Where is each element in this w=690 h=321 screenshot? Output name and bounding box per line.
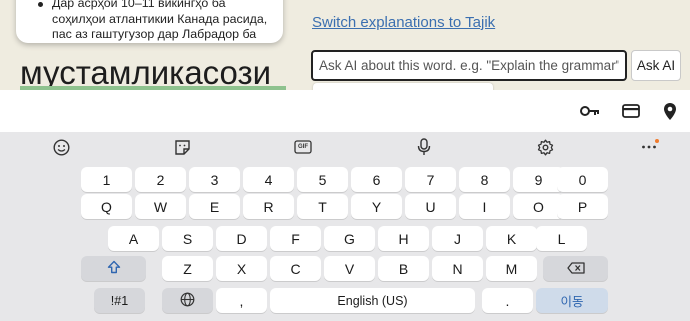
- key-7[interactable]: 7: [405, 167, 456, 192]
- key-3[interactable]: 3: [189, 167, 240, 192]
- key-j[interactable]: J: [432, 226, 483, 251]
- key-q[interactable]: Q: [81, 194, 132, 219]
- notification-dot: [655, 139, 659, 143]
- key-y[interactable]: Y: [351, 194, 402, 219]
- key-0[interactable]: 0: [557, 167, 608, 192]
- definition-line: Дар асрҳои 10–11 викингҳо ба соҳилҳои ат…: [38, 0, 273, 43]
- autofill-bar: [0, 90, 690, 132]
- key-l[interactable]: L: [536, 226, 587, 251]
- key-m[interactable]: M: [486, 256, 537, 281]
- switch-language-link[interactable]: Switch explanations to Tajik: [312, 14, 495, 31]
- language-key[interactable]: [162, 288, 213, 313]
- key-d[interactable]: D: [216, 226, 267, 251]
- definition-line-2: соҳилҳои атлантикии Канада расида,: [52, 11, 268, 26]
- location-pin-icon[interactable]: [659, 100, 681, 122]
- suggestion-dropdown: [313, 83, 493, 90]
- key-b[interactable]: B: [378, 256, 429, 281]
- key-h[interactable]: H: [378, 226, 429, 251]
- key-z[interactable]: Z: [162, 256, 213, 281]
- key-6[interactable]: 6: [351, 167, 402, 192]
- go-action-key[interactable]: 이동: [536, 288, 608, 313]
- key-v[interactable]: V: [324, 256, 375, 281]
- ask-ai-button[interactable]: Ask AI: [631, 50, 681, 81]
- definition-line-1: Дар асрҳои 10–11 викингҳо ба: [52, 0, 226, 10]
- key-c[interactable]: C: [270, 256, 321, 281]
- shift-key[interactable]: [81, 256, 146, 281]
- key-f[interactable]: F: [270, 226, 321, 251]
- ask-ai-input[interactable]: [311, 50, 627, 81]
- key-8[interactable]: 8: [459, 167, 510, 192]
- gif-label: GIF: [298, 144, 308, 150]
- gif-icon[interactable]: GIF: [293, 137, 313, 157]
- key-e[interactable]: E: [189, 194, 240, 219]
- shift-icon: [107, 260, 121, 277]
- key-i[interactable]: I: [459, 194, 510, 219]
- key-2[interactable]: 2: [135, 167, 186, 192]
- microphone-icon[interactable]: [414, 137, 434, 157]
- headword: мустамликасози: [20, 54, 272, 90]
- key-p[interactable]: P: [557, 194, 608, 219]
- virtual-keyboard: GIF 1 2 3 4 5 6 7 8 9 0 Q W E R T Y U I …: [0, 132, 690, 321]
- key-t[interactable]: T: [297, 194, 348, 219]
- key-1[interactable]: 1: [81, 167, 132, 192]
- definition-list: Дар асрҳои 10–11 викингҳо ба соҳилҳои ат…: [38, 0, 273, 43]
- key-u[interactable]: U: [405, 194, 456, 219]
- definition-card: Дар асрҳои 10–11 викингҳо ба соҳилҳои ат…: [16, 0, 283, 43]
- period-key[interactable]: .: [482, 288, 533, 313]
- backspace-icon: [566, 261, 585, 277]
- key-4[interactable]: 4: [243, 167, 294, 192]
- credit-card-icon[interactable]: [620, 100, 642, 122]
- definition-line-3: пас аз гаштугузор дар Лабрадор ба: [52, 27, 257, 41]
- settings-icon[interactable]: [535, 137, 555, 157]
- key-x[interactable]: X: [216, 256, 267, 281]
- key-k[interactable]: K: [486, 226, 537, 251]
- key-r[interactable]: R: [243, 194, 294, 219]
- symbols-key[interactable]: !#1: [94, 288, 145, 313]
- key-s[interactable]: S: [162, 226, 213, 251]
- globe-icon: [180, 292, 195, 310]
- key-5[interactable]: 5: [297, 167, 348, 192]
- more-options-icon[interactable]: [639, 137, 659, 157]
- key-g[interactable]: G: [324, 226, 375, 251]
- key-a[interactable]: A: [108, 226, 159, 251]
- page-content: Дар асрҳои 10–11 викингҳо ба соҳилҳои ат…: [0, 0, 690, 90]
- comma-key[interactable]: ,: [216, 288, 267, 313]
- key-w[interactable]: W: [135, 194, 186, 219]
- keyboard-toolbar: GIF: [0, 132, 690, 162]
- emoji-icon[interactable]: [51, 137, 71, 157]
- key-n[interactable]: N: [432, 256, 483, 281]
- sticker-icon[interactable]: [172, 137, 192, 157]
- key-icon[interactable]: [579, 100, 601, 122]
- backspace-key[interactable]: [543, 256, 608, 281]
- space-key[interactable]: English (US): [270, 288, 475, 313]
